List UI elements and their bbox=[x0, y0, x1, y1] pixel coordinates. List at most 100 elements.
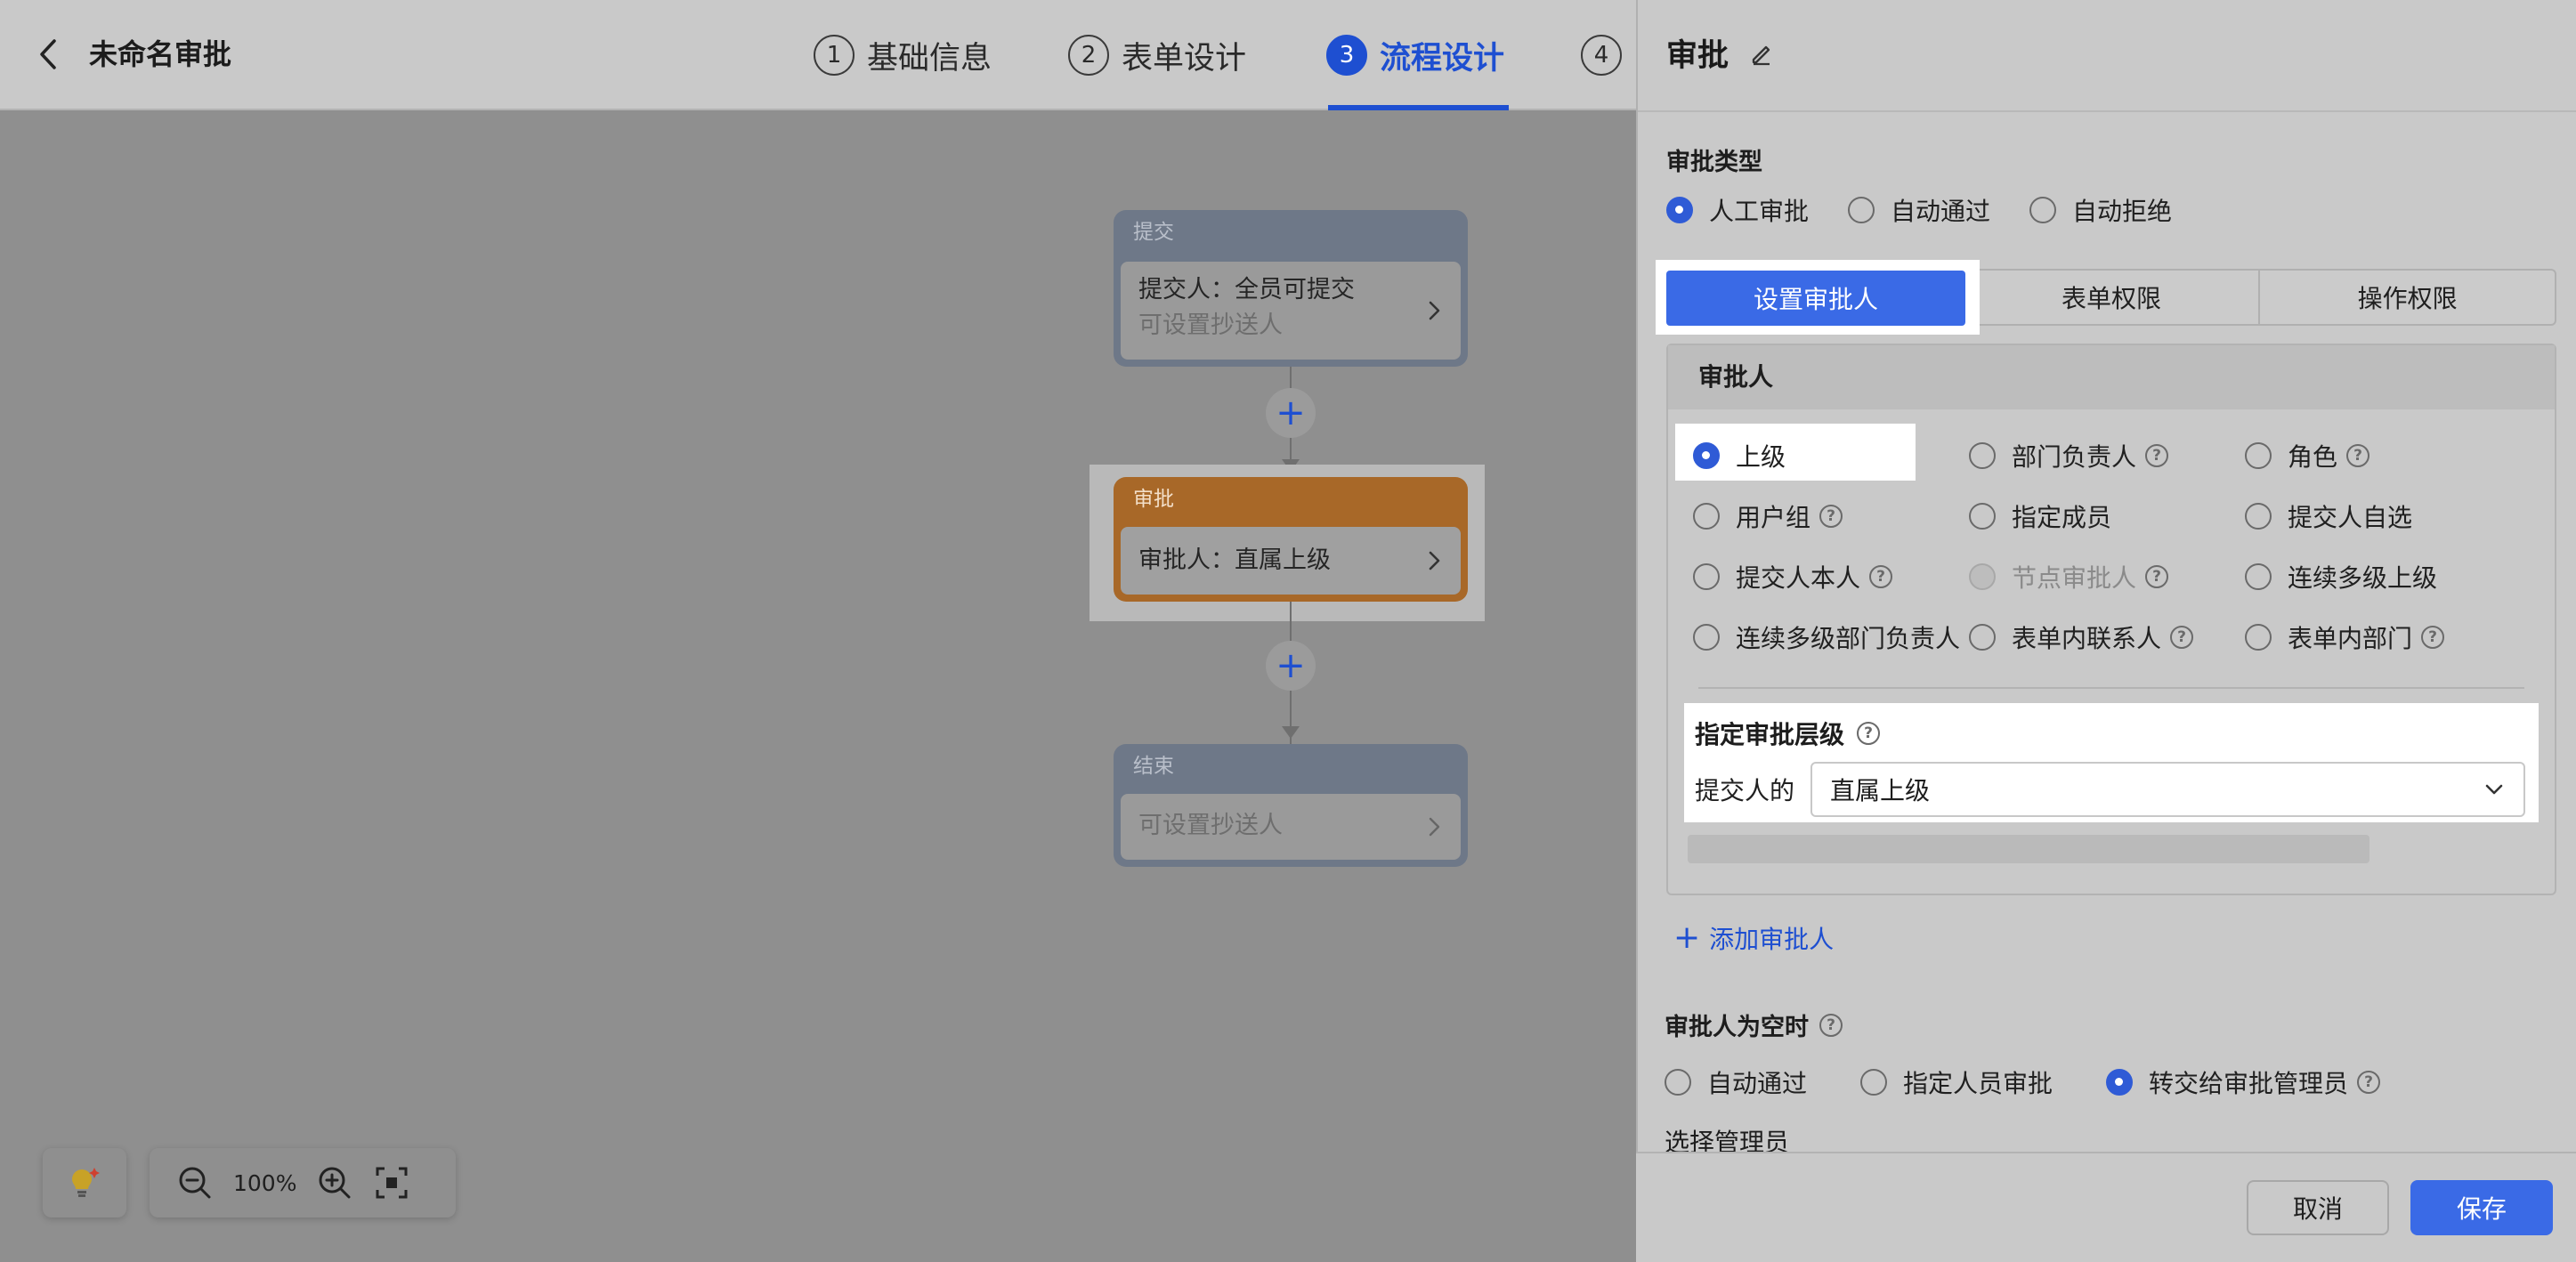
option-label: 连续多级上级 bbox=[2288, 563, 2438, 593]
level-prefix: 提交人的 bbox=[1695, 776, 1795, 805]
radio-label: 自动通过 bbox=[1891, 197, 1991, 226]
chevron-right-icon bbox=[1429, 301, 1440, 320]
radio-auto-reject[interactable]: 自动拒绝 bbox=[2029, 192, 2172, 228]
radio-label: 指定人员审批 bbox=[1903, 1069, 2054, 1098]
save-button[interactable]: 保存 bbox=[2410, 1180, 2553, 1235]
help-icon[interactable]: ? bbox=[2421, 626, 2445, 649]
tab-set-approver-active[interactable]: 设置审批人 bbox=[1666, 271, 1965, 326]
step-label: 流程设计 bbox=[1380, 40, 1505, 77]
option-user-group[interactable]: 用户组? bbox=[1693, 498, 1843, 534]
step-label: 表单设计 bbox=[1122, 40, 1247, 77]
page-title: 未命名审批 bbox=[89, 37, 232, 71]
help-icon[interactable]: ? bbox=[2170, 626, 2194, 649]
flow-node-approve[interactable]: 审批 审批人：直属上级 bbox=[1114, 477, 1468, 602]
chevron-down-icon bbox=[2485, 784, 2503, 795]
add-node-button[interactable]: + bbox=[1266, 388, 1316, 438]
pencil-icon[interactable] bbox=[1748, 40, 1775, 67]
option-label: 连续多级部门负责人 bbox=[1736, 624, 1961, 653]
help-icon[interactable]: ? bbox=[1857, 722, 1881, 745]
option-submitter-choose[interactable]: 提交人自选 bbox=[2245, 498, 2412, 534]
add-approver-link[interactable]: + 添加审批人 bbox=[1673, 920, 1834, 956]
node-subline: 可设置抄送人 bbox=[1138, 311, 1283, 339]
step-label: 基础信息 bbox=[867, 40, 992, 77]
divider bbox=[1698, 687, 2524, 689]
zoom-out-button[interactable] bbox=[173, 1161, 217, 1205]
arrow-down-icon bbox=[1282, 726, 1300, 739]
radio-label: 人工审批 bbox=[1709, 197, 1810, 226]
plus-icon: + bbox=[1673, 919, 1701, 956]
option-submitter-self[interactable]: 提交人本人? bbox=[1693, 559, 1893, 595]
cancel-button[interactable]: 取消 bbox=[2247, 1180, 2389, 1235]
zoom-in-button[interactable] bbox=[312, 1161, 357, 1205]
approver-section-title: 审批人 bbox=[1668, 345, 2555, 409]
option-form-department[interactable]: 表单内部门? bbox=[2245, 619, 2445, 655]
radio-dot bbox=[1693, 563, 1720, 590]
node-body: 可设置抄送人 bbox=[1121, 794, 1461, 860]
step-number: 1 bbox=[814, 35, 855, 76]
tab-form-permission[interactable]: 表单权限 bbox=[1962, 271, 2259, 324]
help-icon[interactable]: ? bbox=[2357, 1071, 2381, 1094]
option-dept-head[interactable]: 部门负责人? bbox=[1969, 438, 2169, 473]
zoom-toolbar: 100% bbox=[150, 1148, 456, 1218]
fit-screen-button[interactable] bbox=[369, 1161, 414, 1205]
radio-manual[interactable]: 人工审批 bbox=[1666, 192, 1809, 228]
tab-operation-permission[interactable]: 操作权限 bbox=[2258, 271, 2555, 324]
radio-dot bbox=[1860, 1069, 1888, 1096]
step-flow-design[interactable]: 3 流程设计 bbox=[1326, 27, 1504, 84]
option-label: 节点审批人 bbox=[2012, 563, 2137, 593]
node-subline: 可设置抄送人 bbox=[1138, 812, 1283, 839]
option-multi-level-dept-head[interactable]: 连续多级部门负责人 bbox=[1693, 619, 1960, 655]
node-title: 提交 bbox=[1133, 221, 1174, 244]
level-select[interactable]: 直属上级 bbox=[1810, 762, 2526, 817]
node-body: 提交人：全员可提交 可设置抄送人 bbox=[1121, 262, 1461, 360]
radio-dot bbox=[1693, 442, 1720, 469]
node-line: 提交人：全员可提交 bbox=[1138, 276, 1355, 303]
option-superior[interactable]: 上级 bbox=[1693, 438, 1786, 473]
option-label: 角色 bbox=[2288, 442, 2338, 472]
empty-approver-text: 审批人为空时 bbox=[1665, 1014, 1809, 1041]
flow-node-end[interactable]: 结束 可设置抄送人 bbox=[1114, 744, 1468, 867]
radio-dot bbox=[2245, 442, 2272, 469]
step-form-design[interactable]: 2 表单设计 bbox=[1068, 27, 1246, 84]
help-icon[interactable]: ? bbox=[1819, 1013, 1843, 1037]
step-4[interactable]: 4 bbox=[1581, 27, 1634, 84]
approval-level-row: 提交人的 直属上级 bbox=[1695, 762, 2526, 817]
option-multi-level-superior[interactable]: 连续多级上级 bbox=[2245, 559, 2437, 595]
radio-empty-transfer-admin[interactable]: 转交给审批管理员? bbox=[2106, 1064, 2381, 1100]
option-node-approver: 节点审批人? bbox=[1969, 559, 2169, 595]
step-basic-info[interactable]: 1 基础信息 bbox=[814, 27, 992, 84]
lightbulb-icon bbox=[72, 1168, 100, 1197]
option-specific-member[interactable]: 指定成员 bbox=[1969, 498, 2111, 534]
help-icon[interactable]: ? bbox=[1869, 565, 1893, 588]
blurred-hint bbox=[1688, 835, 2369, 863]
option-label: 指定成员 bbox=[2012, 503, 2112, 532]
step-number: 4 bbox=[1581, 35, 1622, 76]
radio-dot bbox=[2106, 1069, 2134, 1096]
node-title: 结束 bbox=[1133, 755, 1174, 778]
radio-label: 自动拒绝 bbox=[2072, 197, 2173, 226]
radio-empty-specific[interactable]: 指定人员审批 bbox=[1860, 1064, 2053, 1100]
add-approver-label: 添加审批人 bbox=[1709, 925, 1835, 954]
option-label: 部门负责人 bbox=[2012, 442, 2137, 472]
radio-empty-auto-pass[interactable]: 自动通过 bbox=[1665, 1064, 1807, 1100]
back-button[interactable] bbox=[27, 32, 71, 77]
flow-node-submit[interactable]: 提交 提交人：全员可提交 可设置抄送人 bbox=[1114, 210, 1468, 367]
plus-icon: + bbox=[1276, 645, 1306, 686]
radio-label: 自动通过 bbox=[1707, 1069, 1808, 1098]
help-icon[interactable]: ? bbox=[2145, 565, 2169, 588]
radio-dot bbox=[1969, 503, 1996, 530]
help-icon[interactable]: ? bbox=[1819, 505, 1843, 528]
option-label: 表单内部门 bbox=[2288, 624, 2413, 653]
panel-header: 审批 bbox=[1666, 30, 1775, 76]
option-form-contact[interactable]: 表单内联系人? bbox=[1969, 619, 2194, 655]
radio-dot bbox=[1693, 503, 1720, 530]
radio-auto-pass[interactable]: 自动通过 bbox=[1848, 192, 1990, 228]
level-select-value: 直属上级 bbox=[1830, 776, 1931, 805]
option-role[interactable]: 角色? bbox=[2245, 438, 2370, 473]
help-icon[interactable]: ? bbox=[2145, 444, 2169, 467]
help-icon[interactable]: ? bbox=[2346, 444, 2370, 467]
tip-button[interactable] bbox=[43, 1148, 126, 1218]
add-node-button[interactable]: + bbox=[1266, 641, 1316, 691]
top-bar: 未命名审批 1 基础信息 2 表单设计 3 流程设计 4 bbox=[0, 0, 1636, 110]
option-label: 表单内联系人 bbox=[2012, 624, 2162, 653]
